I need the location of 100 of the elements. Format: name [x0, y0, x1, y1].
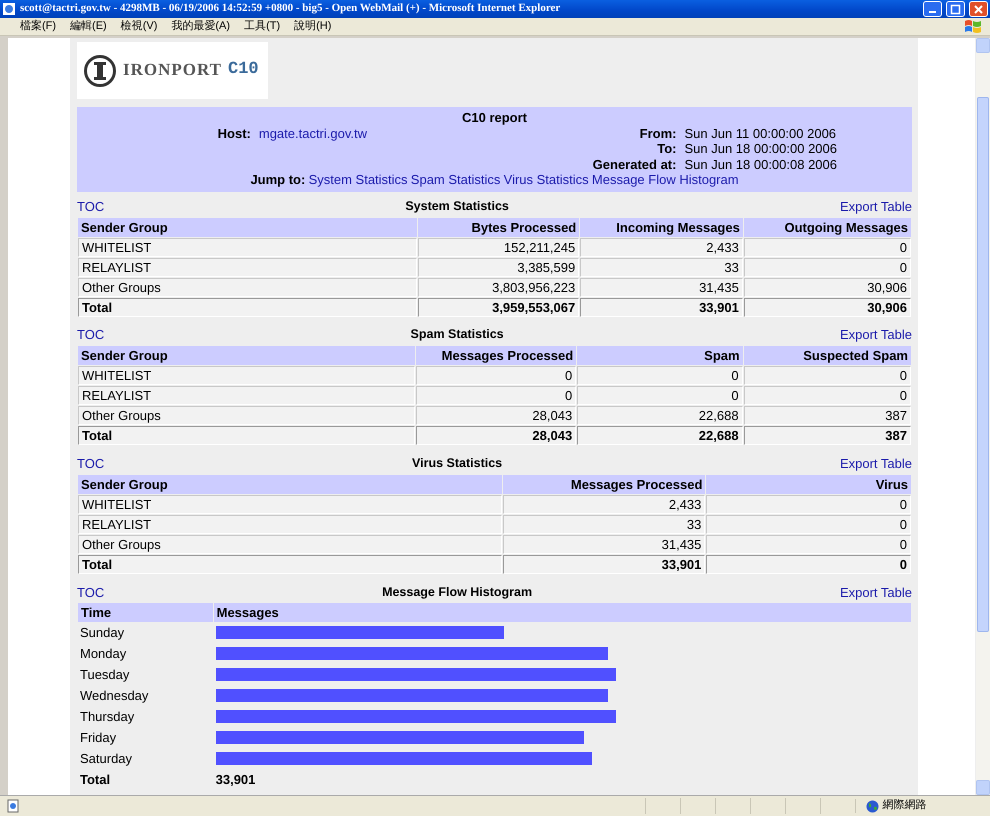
- generated-value: Sun Jun 18 00:00:08 2006: [684, 156, 837, 172]
- table-cell: 0: [706, 534, 911, 554]
- table-cell: 2,433: [503, 494, 706, 514]
- table-cell: 33: [580, 258, 743, 277]
- table-cell: RELAYLIST: [78, 258, 417, 277]
- column-header: Time: [78, 602, 213, 622]
- table-cell: 0: [577, 366, 743, 385]
- column-header: Outgoing Messages: [744, 218, 911, 237]
- maximize-button[interactable]: [946, 1, 965, 17]
- column-header: Spam: [577, 346, 743, 365]
- total-cell-text: Total: [79, 771, 112, 790]
- maximize-icon: [950, 4, 961, 14]
- table-cell: 2,433: [580, 238, 743, 257]
- total-cell: Total: [78, 298, 417, 317]
- logo-icon: [83, 54, 117, 88]
- report-title: C10 report: [460, 110, 528, 126]
- table-cell: RELAYLIST: [78, 386, 415, 405]
- toc-link[interactable]: TOC: [77, 584, 104, 600]
- export-link[interactable]: Export Table: [840, 198, 912, 214]
- column-header: Messages Processed: [416, 346, 576, 365]
- toc-link[interactable]: TOC: [77, 456, 104, 472]
- table-cell: 3,803,956,223: [418, 278, 580, 297]
- column-header: Messages: [214, 602, 911, 622]
- logo-brand: IRONPORT: [123, 60, 222, 81]
- table-cell: 0: [744, 258, 911, 277]
- to-value: Sun Jun 18 00:00:00 2006: [684, 141, 837, 157]
- row-label: Wednesday: [79, 687, 150, 706]
- menu-item[interactable]: 我的最愛(A): [171, 20, 230, 34]
- table-cell: 28,043: [416, 406, 576, 425]
- page-icon: [6, 799, 20, 813]
- section-title: Message Flow Histogram: [382, 584, 532, 600]
- row-label: Friday: [79, 729, 118, 748]
- table-cell: Other Groups: [78, 278, 417, 297]
- column-header: Sender Group: [78, 346, 415, 365]
- close-icon: [973, 4, 984, 14]
- section-title: Virus Statistics: [412, 456, 502, 471]
- column-header: Sender Group: [78, 474, 502, 494]
- section-title: Spam Statistics: [410, 326, 504, 342]
- generated-label: Generated at:: [592, 156, 676, 172]
- table-cell: 3,385,599: [418, 258, 580, 277]
- column-header: Virus: [706, 474, 911, 494]
- table-cell: 0: [416, 366, 576, 385]
- total-cell-text: 33,901: [214, 771, 256, 790]
- menu-item[interactable]: 檢視(V): [120, 20, 158, 34]
- table-cell: 152,211,245: [418, 238, 580, 257]
- table-cell: WHITELIST: [78, 238, 417, 257]
- section-title: System Statistics: [405, 198, 509, 214]
- total-cell: Total: [78, 426, 415, 445]
- toc-link[interactable]: TOC: [77, 198, 104, 214]
- jump-link[interactable]: Spam Statistics: [410, 172, 500, 188]
- total-cell: Total: [78, 554, 502, 574]
- table-cell: 0: [744, 238, 911, 257]
- toc-link[interactable]: TOC: [77, 326, 104, 342]
- table-cell: 0: [577, 386, 743, 405]
- table-cell: 0: [744, 386, 911, 405]
- browser-icon: [2, 2, 16, 16]
- column-header: Incoming Messages: [580, 218, 743, 237]
- export-link[interactable]: Export Table: [840, 584, 912, 600]
- jump-link[interactable]: System Statistics: [308, 172, 408, 188]
- globe-icon: [866, 800, 879, 812]
- table-cell: RELAYLIST: [78, 514, 502, 534]
- jump-link[interactable]: Virus Statistics: [504, 172, 589, 188]
- host-label: Host:: [218, 126, 251, 142]
- row-label: Monday: [79, 645, 128, 664]
- table-cell: 33: [503, 514, 706, 534]
- table-cell: 0: [744, 366, 911, 385]
- total-cell: 33,901: [580, 298, 743, 317]
- export-link[interactable]: Export Table: [840, 456, 912, 472]
- column-header: Messages Processed: [503, 474, 706, 494]
- minimize-button[interactable]: [923, 1, 942, 17]
- jump-link[interactable]: Message Flow Histogram: [592, 172, 739, 188]
- table-cell: Other Groups: [78, 406, 415, 425]
- from-value: Sun Jun 11 00:00:00 2006: [684, 126, 836, 142]
- total-cell: 30,906: [744, 298, 911, 317]
- total-cell: 387: [744, 426, 911, 445]
- window-title: scott@tactri.gov.tw - 4298MB - 06/19/2006 14:52:59 +0800 - big5 - Open WebMail (+) - Microsoft Internet Explorer: [20, 2, 562, 16]
- minimize-icon: [928, 10, 937, 14]
- table-cell: 0: [706, 514, 911, 534]
- column-header: Suspected Spam: [744, 346, 911, 365]
- menu-item[interactable]: 編輯(E): [70, 20, 107, 34]
- windows-logo-icon: [964, 19, 982, 34]
- scrollbar[interactable]: [975, 38, 990, 795]
- column-header: Sender Group: [78, 218, 417, 237]
- menu-item[interactable]: 工具(T): [244, 20, 280, 34]
- close-button[interactable]: [969, 1, 988, 17]
- host-link[interactable]: mgate.tactri.gov.tw: [258, 126, 367, 142]
- menu-item[interactable]: 檔案(F): [20, 20, 56, 34]
- column-header: Bytes Processed: [418, 218, 580, 237]
- from-label: From:: [638, 126, 676, 142]
- total-cell: 28,043: [416, 426, 576, 445]
- export-link[interactable]: Export Table: [840, 326, 912, 342]
- total-cell: 0: [706, 554, 911, 574]
- table-cell: 387: [744, 406, 911, 425]
- table-cell: 31,435: [580, 278, 743, 297]
- row-label: Tuesday: [79, 666, 130, 684]
- zone-label: 網際網路: [882, 799, 926, 813]
- table-cell: 0: [706, 494, 911, 514]
- table-cell: WHITELIST: [78, 494, 502, 514]
- menu-item[interactable]: 說明(H): [294, 20, 332, 34]
- to-label: To:: [656, 141, 676, 157]
